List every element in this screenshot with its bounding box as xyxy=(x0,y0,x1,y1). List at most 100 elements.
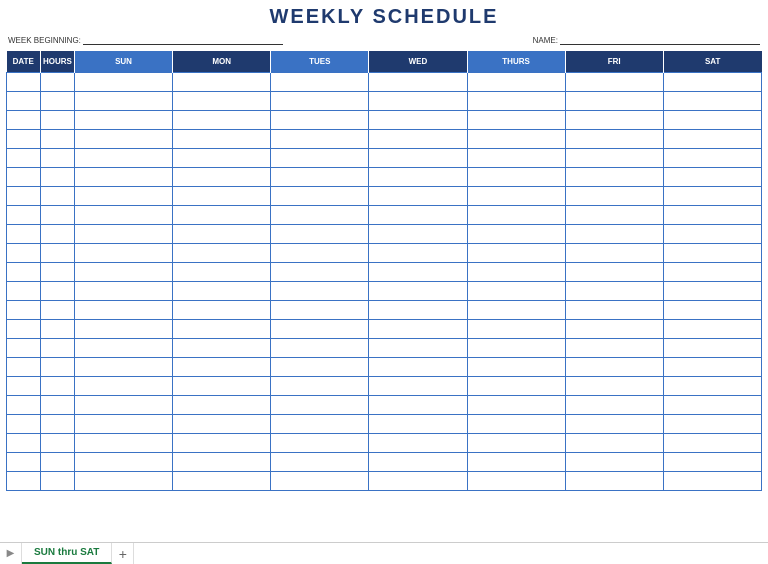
table-cell[interactable] xyxy=(74,244,172,263)
table-cell[interactable] xyxy=(74,111,172,130)
table-cell[interactable] xyxy=(173,187,271,206)
table-cell[interactable] xyxy=(40,434,74,453)
table-cell[interactable] xyxy=(565,206,663,225)
table-cell[interactable] xyxy=(173,206,271,225)
table-cell[interactable] xyxy=(467,434,565,453)
table-cell[interactable] xyxy=(663,244,761,263)
table-cell[interactable] xyxy=(74,358,172,377)
table-cell[interactable] xyxy=(271,472,369,491)
table-cell[interactable] xyxy=(74,472,172,491)
table-cell[interactable] xyxy=(369,187,467,206)
table-cell[interactable] xyxy=(369,358,467,377)
table-cell[interactable] xyxy=(7,301,41,320)
table-cell[interactable] xyxy=(173,339,271,358)
table-cell[interactable] xyxy=(74,187,172,206)
table-cell[interactable] xyxy=(271,73,369,92)
table-cell[interactable] xyxy=(565,358,663,377)
table-cell[interactable] xyxy=(271,187,369,206)
table-cell[interactable] xyxy=(40,130,74,149)
table-cell[interactable] xyxy=(7,225,41,244)
table-cell[interactable] xyxy=(271,225,369,244)
table-cell[interactable] xyxy=(663,301,761,320)
table-cell[interactable] xyxy=(7,415,41,434)
table-cell[interactable] xyxy=(74,396,172,415)
table-cell[interactable] xyxy=(40,453,74,472)
table-cell[interactable] xyxy=(663,415,761,434)
table-cell[interactable] xyxy=(663,320,761,339)
table-cell[interactable] xyxy=(369,453,467,472)
table-cell[interactable] xyxy=(467,168,565,187)
table-cell[interactable] xyxy=(369,377,467,396)
table-cell[interactable] xyxy=(271,301,369,320)
table-cell[interactable] xyxy=(74,225,172,244)
table-cell[interactable] xyxy=(271,320,369,339)
table-cell[interactable] xyxy=(663,206,761,225)
table-cell[interactable] xyxy=(40,149,74,168)
table-cell[interactable] xyxy=(663,130,761,149)
table-cell[interactable] xyxy=(663,396,761,415)
table-cell[interactable] xyxy=(369,263,467,282)
table-cell[interactable] xyxy=(369,92,467,111)
table-cell[interactable] xyxy=(271,396,369,415)
table-cell[interactable] xyxy=(7,73,41,92)
table-cell[interactable] xyxy=(40,73,74,92)
table-cell[interactable] xyxy=(467,301,565,320)
table-cell[interactable] xyxy=(7,187,41,206)
table-cell[interactable] xyxy=(40,225,74,244)
table-cell[interactable] xyxy=(369,149,467,168)
table-cell[interactable] xyxy=(7,453,41,472)
table-cell[interactable] xyxy=(369,415,467,434)
table-cell[interactable] xyxy=(467,358,565,377)
table-cell[interactable] xyxy=(467,320,565,339)
table-cell[interactable] xyxy=(7,168,41,187)
table-cell[interactable] xyxy=(565,301,663,320)
table-cell[interactable] xyxy=(663,282,761,301)
table-cell[interactable] xyxy=(173,130,271,149)
table-cell[interactable] xyxy=(565,187,663,206)
table-cell[interactable] xyxy=(663,453,761,472)
table-cell[interactable] xyxy=(40,92,74,111)
table-cell[interactable] xyxy=(40,377,74,396)
table-cell[interactable] xyxy=(271,92,369,111)
table-cell[interactable] xyxy=(565,434,663,453)
table-cell[interactable] xyxy=(565,244,663,263)
table-cell[interactable] xyxy=(369,111,467,130)
table-cell[interactable] xyxy=(369,168,467,187)
table-cell[interactable] xyxy=(173,244,271,263)
table-cell[interactable] xyxy=(7,320,41,339)
table-cell[interactable] xyxy=(7,434,41,453)
table-cell[interactable] xyxy=(663,472,761,491)
table-cell[interactable] xyxy=(40,111,74,130)
table-cell[interactable] xyxy=(369,244,467,263)
table-cell[interactable] xyxy=(565,472,663,491)
table-cell[interactable] xyxy=(74,168,172,187)
table-cell[interactable] xyxy=(565,339,663,358)
table-cell[interactable] xyxy=(467,282,565,301)
table-cell[interactable] xyxy=(271,149,369,168)
table-cell[interactable] xyxy=(663,263,761,282)
table-cell[interactable] xyxy=(40,282,74,301)
table-cell[interactable] xyxy=(173,415,271,434)
table-cell[interactable] xyxy=(7,377,41,396)
table-cell[interactable] xyxy=(369,339,467,358)
table-cell[interactable] xyxy=(467,149,565,168)
table-cell[interactable] xyxy=(173,282,271,301)
table-cell[interactable] xyxy=(663,225,761,244)
table-cell[interactable] xyxy=(271,339,369,358)
table-cell[interactable] xyxy=(663,187,761,206)
table-cell[interactable] xyxy=(173,472,271,491)
table-cell[interactable] xyxy=(663,73,761,92)
table-cell[interactable] xyxy=(271,263,369,282)
table-cell[interactable] xyxy=(565,149,663,168)
table-cell[interactable] xyxy=(173,92,271,111)
table-cell[interactable] xyxy=(663,434,761,453)
table-cell[interactable] xyxy=(40,263,74,282)
table-cell[interactable] xyxy=(74,130,172,149)
table-cell[interactable] xyxy=(565,92,663,111)
table-cell[interactable] xyxy=(7,206,41,225)
table-cell[interactable] xyxy=(7,339,41,358)
table-cell[interactable] xyxy=(369,73,467,92)
table-cell[interactable] xyxy=(467,206,565,225)
table-cell[interactable] xyxy=(74,149,172,168)
table-cell[interactable] xyxy=(663,339,761,358)
